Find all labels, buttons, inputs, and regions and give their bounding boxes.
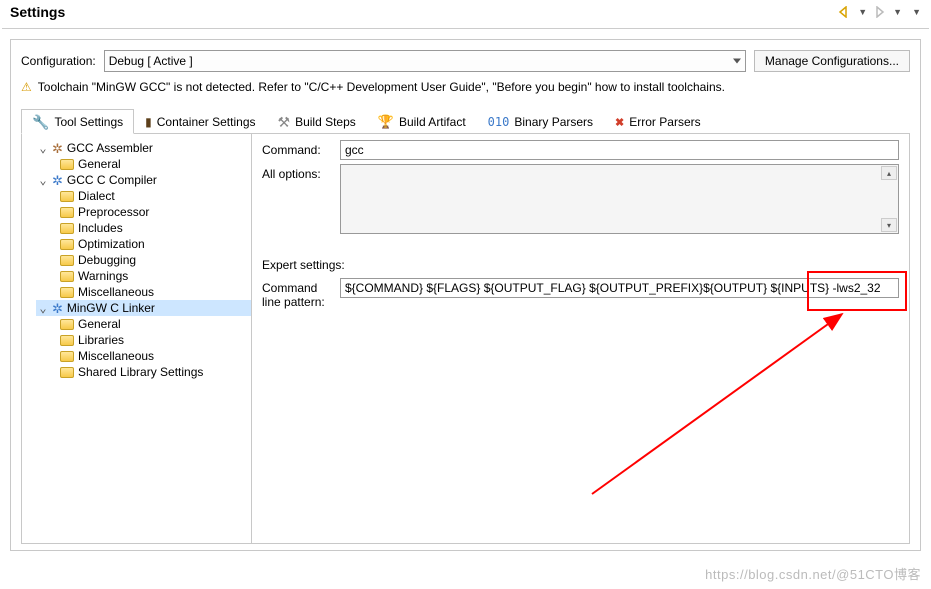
tree-label: Optimization bbox=[78, 237, 145, 251]
binary-icon: 010 bbox=[488, 115, 510, 129]
tree-label: Shared Library Settings bbox=[78, 365, 203, 379]
tree-label: General bbox=[78, 317, 121, 331]
tab-label: Build Steps bbox=[295, 115, 356, 129]
folder-icon bbox=[60, 255, 74, 266]
command-line-pattern-input[interactable] bbox=[340, 278, 899, 298]
tool-tree: ⌄ ✲ GCC Assembler General ⌄ ✲ GCC C Compiler… bbox=[22, 134, 252, 543]
tree-label: MinGW C Linker bbox=[67, 301, 155, 315]
tree-comp-miscellaneous[interactable]: Miscellaneous bbox=[36, 284, 251, 300]
container-icon: ▮ bbox=[145, 115, 152, 129]
tab-build-steps[interactable]: ⚒ Build Steps bbox=[267, 109, 367, 134]
warning-icon: ⚠ bbox=[21, 80, 32, 94]
folder-icon bbox=[60, 287, 74, 298]
scroll-down-icon[interactable]: ▾ bbox=[881, 218, 897, 232]
tree-comp-includes[interactable]: Includes bbox=[36, 220, 251, 236]
separator bbox=[2, 28, 929, 29]
folder-icon bbox=[60, 191, 74, 202]
expander-icon[interactable]: ⌄ bbox=[38, 173, 48, 187]
folder-icon bbox=[60, 271, 74, 282]
back-icon[interactable] bbox=[838, 6, 852, 18]
tree-label: GCC Assembler bbox=[67, 141, 153, 155]
label-line2: line pattern: bbox=[262, 295, 325, 309]
tab-label: Binary Parsers bbox=[514, 115, 593, 129]
command-input[interactable] bbox=[340, 140, 899, 160]
trophy-icon: 🏆 bbox=[378, 114, 394, 130]
command-line-pattern-label: Command line pattern: bbox=[262, 278, 340, 309]
annotation-arrow bbox=[572, 304, 862, 504]
command-label: Command: bbox=[262, 140, 340, 157]
forward-icon[interactable] bbox=[873, 6, 887, 18]
tree-label: Miscellaneous bbox=[78, 285, 154, 299]
tab-binary-parsers[interactable]: 010 Binary Parsers bbox=[477, 109, 604, 134]
history-nav: ▼ ▼ ▼ bbox=[838, 6, 921, 18]
folder-icon bbox=[60, 319, 74, 330]
watermark-text: https://blog.csdn.net/@51CTO博客 bbox=[705, 564, 921, 583]
tree-asm-general[interactable]: General bbox=[36, 156, 251, 172]
tree-label: Warnings bbox=[78, 269, 128, 283]
back-menu-icon[interactable]: ▼ bbox=[858, 7, 867, 17]
folder-icon bbox=[60, 351, 74, 362]
tree-label: Miscellaneous bbox=[78, 349, 154, 363]
tree-link-shared[interactable]: Shared Library Settings bbox=[36, 364, 251, 380]
steps-icon: ⚒ bbox=[278, 115, 291, 129]
label-line1: Command bbox=[262, 281, 317, 295]
toolchain-warning-text: Toolchain "MinGW GCC" is not detected. R… bbox=[38, 80, 725, 94]
folder-icon bbox=[60, 335, 74, 346]
linker-icon: ✲ bbox=[52, 302, 63, 315]
tab-error-parsers[interactable]: ✖ Error Parsers bbox=[604, 109, 712, 134]
tab-build-artifact[interactable]: 🏆 Build Artifact bbox=[367, 109, 477, 134]
tree-label: Preprocessor bbox=[78, 205, 149, 219]
tab-label: Build Artifact bbox=[399, 115, 466, 129]
tab-label: Container Settings bbox=[157, 115, 256, 129]
manage-configurations-button[interactable]: Manage Configurations... bbox=[754, 50, 910, 72]
assembler-icon: ✲ bbox=[52, 142, 63, 155]
tab-label: Tool Settings bbox=[54, 115, 123, 129]
tree-link-miscellaneous[interactable]: Miscellaneous bbox=[36, 348, 251, 364]
configuration-label: Configuration: bbox=[21, 54, 96, 68]
expert-settings-label: Expert settings: bbox=[262, 258, 899, 272]
error-icon: ✖ bbox=[615, 116, 624, 129]
forward-menu-icon[interactable]: ▼ bbox=[893, 7, 902, 17]
all-options-label: All options: bbox=[262, 164, 340, 181]
tree-label: Libraries bbox=[78, 333, 124, 347]
tree-label: Debugging bbox=[78, 253, 136, 267]
tree-comp-debugging[interactable]: Debugging bbox=[36, 252, 251, 268]
tree-label: Includes bbox=[78, 221, 123, 235]
tree-comp-warnings[interactable]: Warnings bbox=[36, 268, 251, 284]
folder-icon bbox=[60, 223, 74, 234]
tab-bar: 🔧 Tool Settings ▮ Container Settings ⚒ B… bbox=[21, 108, 910, 134]
tree-gcc-assembler[interactable]: ⌄ ✲ GCC Assembler bbox=[36, 140, 251, 156]
scroll-up-icon[interactable]: ▴ bbox=[881, 166, 897, 180]
tree-link-libraries[interactable]: Libraries bbox=[36, 332, 251, 348]
expander-icon[interactable]: ⌄ bbox=[38, 141, 48, 155]
expander-icon[interactable]: ⌄ bbox=[38, 301, 48, 315]
menu-icon[interactable]: ▼ bbox=[912, 7, 921, 17]
folder-icon bbox=[60, 207, 74, 218]
tree-comp-dialect[interactable]: Dialect bbox=[36, 188, 251, 204]
tab-label: Error Parsers bbox=[629, 115, 700, 129]
folder-icon bbox=[60, 239, 74, 250]
tree-comp-preprocessor[interactable]: Preprocessor bbox=[36, 204, 251, 220]
configuration-value: Debug [ Active ] bbox=[109, 54, 193, 68]
folder-icon bbox=[60, 159, 74, 170]
tree-label: Dialect bbox=[78, 189, 115, 203]
compiler-icon: ✲ bbox=[52, 174, 63, 187]
tree-label: General bbox=[78, 157, 121, 171]
all-options-textarea[interactable]: ▴ ▾ bbox=[340, 164, 899, 234]
tab-tool-settings[interactable]: 🔧 Tool Settings bbox=[21, 109, 134, 134]
wrench-icon: 🔧 bbox=[32, 115, 49, 129]
page-title: Settings bbox=[10, 4, 65, 20]
configuration-select[interactable]: Debug [ Active ] bbox=[104, 50, 746, 72]
tree-label: GCC C Compiler bbox=[67, 173, 157, 187]
tab-container-settings[interactable]: ▮ Container Settings bbox=[134, 109, 266, 134]
tree-mingw-linker[interactable]: ⌄ ✲ MinGW C Linker bbox=[36, 300, 251, 316]
folder-icon bbox=[60, 367, 74, 378]
tree-gcc-compiler[interactable]: ⌄ ✲ GCC C Compiler bbox=[36, 172, 251, 188]
tree-comp-optimization[interactable]: Optimization bbox=[36, 236, 251, 252]
tree-link-general[interactable]: General bbox=[36, 316, 251, 332]
